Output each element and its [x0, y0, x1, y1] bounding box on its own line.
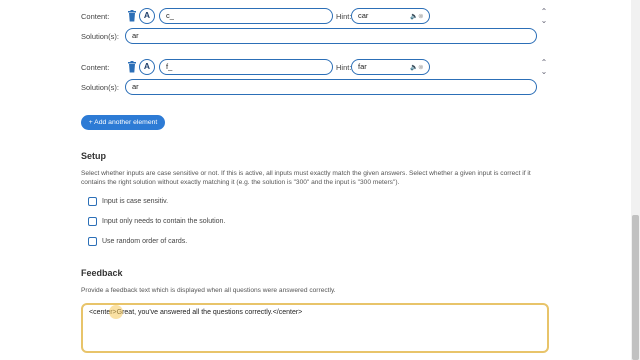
trash-icon[interactable]: [127, 61, 137, 73]
audio-icon[interactable]: 🔈⊗: [410, 63, 424, 71]
format-button[interactable]: A: [139, 8, 155, 24]
solution-input[interactable]: ar: [125, 28, 537, 44]
content-input[interactable]: c_: [159, 8, 333, 24]
setup-description: Select whether inputs are case sensitive…: [81, 170, 531, 186]
contain-solution-label[interactable]: Input only needs to contain the solution…: [102, 218, 225, 225]
scrollbar-thumb[interactable]: [632, 215, 639, 360]
random-order-label[interactable]: Use random order of cards.: [102, 238, 187, 245]
feedback-title: Feedback: [81, 268, 123, 278]
feedback-text: <center>Great, you've answered all the q…: [89, 309, 303, 316]
contain-solution-checkbox[interactable]: [88, 217, 97, 226]
content-label: Content:: [81, 63, 110, 72]
move-down-icon[interactable]: ⌄: [539, 16, 549, 25]
feedback-description: Provide a feedback text which is display…: [81, 287, 336, 294]
trash-icon[interactable]: [127, 10, 137, 22]
case-sensitive-checkbox[interactable]: [88, 197, 97, 206]
page-scrollbar[interactable]: [631, 0, 640, 360]
hint-label: Hint:: [336, 63, 352, 72]
feedback-textarea[interactable]: <center>Great, you've answered all the q…: [81, 303, 549, 353]
add-element-button[interactable]: + Add another element: [81, 115, 165, 130]
case-sensitive-label[interactable]: Input is case sensitiv.: [102, 198, 168, 205]
content-label: Content:: [81, 12, 110, 21]
mouse-cursor-highlight: [109, 305, 123, 319]
solution-label: Solution(s):: [81, 83, 119, 92]
format-button[interactable]: A: [139, 59, 155, 75]
hint-label: Hint:: [336, 12, 352, 21]
solution-label: Solution(s):: [81, 32, 119, 41]
solution-input[interactable]: ar: [125, 79, 537, 95]
setup-title: Setup: [81, 151, 107, 161]
move-up-icon[interactable]: ⌃: [539, 58, 549, 67]
content-input[interactable]: f_: [159, 59, 333, 75]
random-order-checkbox[interactable]: [88, 237, 97, 246]
move-up-icon[interactable]: ⌃: [539, 7, 549, 16]
audio-icon[interactable]: 🔈⊗: [410, 12, 424, 20]
move-down-icon[interactable]: ⌄: [539, 67, 549, 76]
